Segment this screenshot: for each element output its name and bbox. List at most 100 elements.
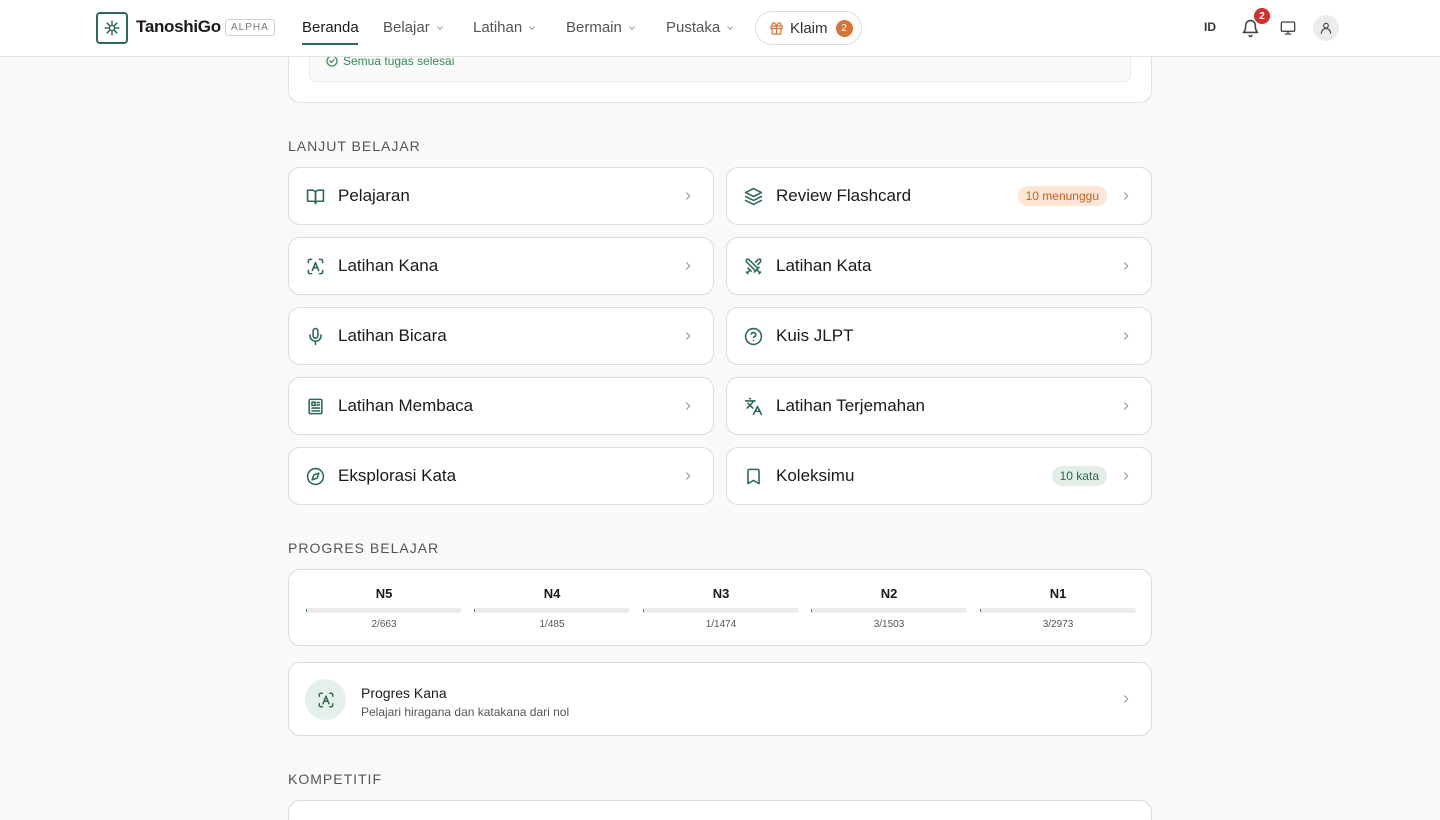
level-count: 1/485: [539, 619, 565, 630]
level-count: 3/1503: [873, 619, 905, 630]
card-label: Eksplorasi Kata: [338, 466, 457, 485]
chevron-right-icon: [685, 472, 691, 480]
chevron-down-icon: [727, 25, 734, 30]
user-icon: [1320, 22, 1332, 34]
level-name: N2: [880, 586, 898, 601]
kana-icon-circle: [305, 679, 346, 720]
claim-label: Klaim: [790, 19, 828, 37]
top-header: TanoshiGo ALPHA Beranda Belajar Latihan …: [0, 0, 1440, 57]
chevron-right-icon: [1123, 192, 1129, 200]
level-n2[interactable]: N2 3/1503: [811, 586, 967, 630]
card-label: Pelajaran: [338, 186, 410, 205]
brand-name[interactable]: TanoshiGo: [136, 17, 221, 37]
languages-icon: [743, 396, 763, 416]
chevron-right-icon: [685, 332, 691, 340]
level-n4[interactable]: N4 1/485: [474, 586, 630, 630]
nav-label: Bermain: [566, 19, 622, 36]
chevron-right-icon: [685, 262, 691, 270]
newspaper-icon: [305, 396, 325, 416]
nav-latihan[interactable]: Latihan: [473, 19, 537, 36]
level-progress-bar: [811, 608, 967, 613]
claim-count-badge: 2: [835, 19, 853, 37]
chevron-right-icon: [685, 402, 691, 410]
monitor-icon[interactable]: [1275, 15, 1301, 41]
nav-label: Pustaka: [666, 19, 721, 36]
nav-active-indicator: [302, 43, 358, 45]
card-label: Latihan Kana: [338, 256, 439, 275]
user-avatar[interactable]: [1313, 15, 1339, 41]
help-circle-icon: [743, 326, 763, 346]
card-pelajaran[interactable]: Pelajaran: [288, 167, 714, 225]
card-label: Latihan Terjemahan: [776, 396, 926, 415]
jlpt-progress-card: N5 2/663 N4 1/485 N3 1/1474 N2 3/1503 N1…: [288, 569, 1152, 646]
level-progress-bar: [306, 608, 462, 613]
pending-badge: 10 menunggu: [1017, 186, 1107, 206]
card-label: Koleksimu: [776, 466, 855, 485]
card-label: Review Flashcard: [776, 186, 912, 205]
scan-text-icon: [305, 256, 325, 276]
chevron-right-icon: [685, 192, 691, 200]
mic-icon: [305, 326, 325, 346]
level-count: 1/1474: [705, 619, 737, 630]
level-count: 2/663: [371, 619, 397, 630]
card-label: Latihan Membaca: [338, 396, 474, 415]
collection-count-badge: 10 kata: [1051, 466, 1107, 486]
nav-pustaka[interactable]: Pustaka: [666, 19, 735, 36]
card-koleksimu[interactable]: Koleksimu 10 kata: [726, 447, 1152, 505]
level-n3[interactable]: N3 1/1474: [643, 586, 799, 630]
card-label: Kuis JLPT: [776, 326, 854, 345]
language-switch[interactable]: ID: [1204, 20, 1216, 34]
card-label: Latihan Bicara: [338, 326, 447, 345]
nav-label: Beranda: [302, 19, 359, 36]
alpha-badge: ALPHA: [225, 19, 275, 36]
card-latihan-terjemahan[interactable]: Latihan Terjemahan: [726, 377, 1152, 435]
card-latihan-kata[interactable]: Latihan Kata: [726, 237, 1152, 295]
claim-button[interactable]: Klaim 2: [755, 11, 862, 45]
level-progress-bar: [474, 608, 630, 613]
nav-label: Belajar: [383, 19, 430, 36]
nav-bermain[interactable]: Bermain: [566, 19, 637, 36]
level-count: 3/2973: [1042, 619, 1074, 630]
level-progress-bar: [980, 608, 1136, 613]
chevron-right-icon: [1123, 472, 1129, 480]
progress-section-title: PROGRES BELAJAR: [288, 540, 440, 556]
card-latihan-kana[interactable]: Latihan Kana: [288, 237, 714, 295]
competitive-section-title: KOMPETITIF: [288, 771, 382, 787]
card-eksplorasi-kata[interactable]: Eksplorasi Kata: [288, 447, 714, 505]
level-n1[interactable]: N1 3/2973: [980, 586, 1136, 630]
nav-beranda[interactable]: Beranda: [302, 19, 359, 36]
card-label: Latihan Kata: [776, 256, 872, 275]
card-review-flashcard[interactable]: Review Flashcard 10 menunggu: [726, 167, 1152, 225]
competitive-card[interactable]: [288, 800, 1152, 820]
level-name: N5: [375, 586, 393, 601]
gift-icon: [770, 21, 783, 35]
layers-icon: [743, 186, 763, 206]
chevron-right-icon: [1123, 262, 1129, 270]
logo-icon[interactable]: [96, 12, 128, 44]
chevron-right-icon: [1123, 695, 1129, 703]
card-kuis-jlpt[interactable]: Kuis JLPT: [726, 307, 1152, 365]
level-progress-bar: [643, 608, 799, 613]
level-name: N4: [543, 586, 561, 601]
notification-count-badge: 2: [1254, 8, 1270, 24]
compass-icon: [305, 466, 325, 486]
nav-belajar[interactable]: Belajar: [383, 19, 445, 36]
chevron-right-icon: [1123, 332, 1129, 340]
level-n5[interactable]: N5 2/663: [306, 586, 462, 630]
level-name: N1: [1049, 586, 1067, 601]
chevron-down-icon: [529, 25, 536, 30]
card-latihan-membaca[interactable]: Latihan Membaca: [288, 377, 714, 435]
swords-icon: [743, 256, 763, 276]
bookmark-icon: [743, 466, 763, 486]
kana-subtitle: Pelajari hiragana dan katakana dari nol: [361, 705, 570, 719]
book-open-icon: [305, 186, 325, 206]
level-name: N3: [712, 586, 730, 601]
card-latihan-bicara[interactable]: Latihan Bicara: [288, 307, 714, 365]
chevron-right-icon: [1123, 402, 1129, 410]
kana-title: Progres Kana: [361, 685, 447, 701]
chevron-down-icon: [436, 25, 443, 30]
kana-progress-card[interactable]: Progres Kana Pelajari hiragana dan katak…: [288, 662, 1152, 736]
scan-text-icon: [318, 692, 333, 707]
nav-label: Latihan: [473, 19, 523, 36]
continue-section-title: LANJUT BELAJAR: [288, 138, 421, 154]
